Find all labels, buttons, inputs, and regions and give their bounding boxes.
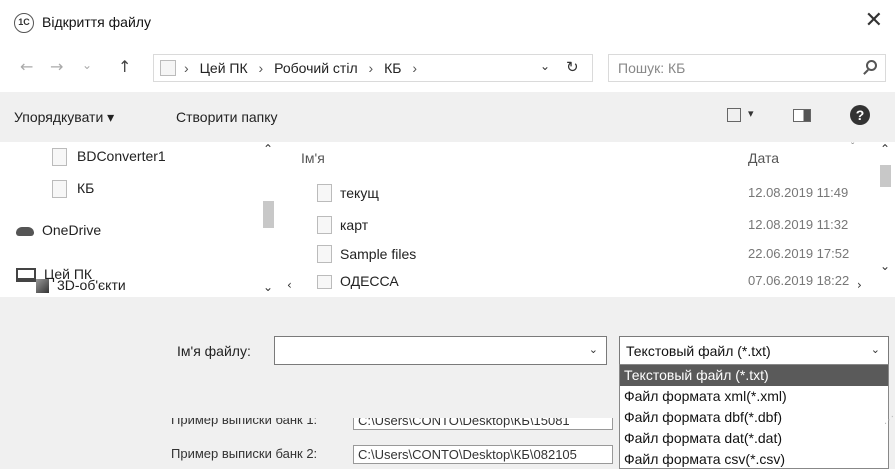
background-form: Пример выписки банк 1: C:\Users\CONTO\Des… (155, 416, 625, 469)
file-list: Ім'я Дата ˇ текущ 12.08.2019 11:49 карт … (285, 142, 895, 297)
filename-input[interactable]: ⌄ (274, 336, 607, 365)
address-bar[interactable]: › Цей ПК › Робочий стіл › КБ › ⌄ ↻ (153, 54, 593, 82)
list-item[interactable]: текущ 12.08.2019 11:49 (285, 182, 877, 204)
sidebar-item-label: 3D-об'єкти (57, 277, 126, 293)
scroll-thumb[interactable] (263, 201, 274, 228)
filename-label: Ім'я файлу: (177, 343, 251, 359)
file-type-option-xml[interactable]: Файл формата xml(*.xml) (620, 386, 888, 407)
navigation-pane: BDConverter1 КБ OneDrive Цей ПК ⌃ ⌄ (0, 142, 278, 297)
computer-icon (16, 268, 36, 283)
up-arrow-icon[interactable]: ↑ (118, 57, 131, 76)
chevron-down-icon[interactable]: ⌄ (871, 343, 880, 356)
file-type-option-dbf[interactable]: Файл формата dbf(*.dbf) (620, 407, 888, 428)
file-type-option-csv[interactable]: Файл формата csv(*.csv) (620, 449, 888, 469)
forward-arrow-icon[interactable]: → (50, 57, 63, 76)
breadcrumb: › Цей ПК › Робочий стіл › КБ › (184, 60, 424, 76)
window-title: Відкриття файлу (42, 14, 151, 30)
horizontal-scrollbar[interactable]: ‹ › (285, 278, 877, 296)
file-name: текущ (340, 185, 379, 201)
scroll-right-icon[interactable]: › (857, 278, 862, 292)
command-toolbar: Упорядкувати ▾ Створити папку ▾ ? (0, 92, 895, 142)
breadcrumb-separator: › (258, 60, 264, 76)
sidebar-item-label: BDConverter1 (77, 148, 166, 164)
file-type-option-txt[interactable]: Текстовый файл (*.txt) (620, 365, 888, 386)
background-form-row: Пример выписки банк 2: C:\Users\CONTO\Des… (155, 445, 613, 464)
sidebar-item-3d-objects[interactable]: 3D-об'єкти (36, 277, 126, 294)
folder-icon (317, 216, 332, 234)
sidebar-item-kb[interactable]: КБ (52, 180, 95, 199)
folder-icon (317, 245, 332, 263)
folder-icon (317, 184, 332, 202)
folder-icon (52, 148, 67, 167)
file-name: карт (340, 217, 369, 233)
back-arrow-icon[interactable]: ← (20, 57, 33, 76)
sidebar-item-onedrive[interactable]: OneDrive (16, 222, 101, 238)
file-type-dropdown-list: Текстовый файл (*.txt) Файл формата xml(… (619, 364, 889, 469)
file-type-selected: Текстовый файл (*.txt) (626, 343, 771, 359)
background-form-row: Пример выписки банк 1: C:\Users\CONTO\Des… (155, 418, 613, 434)
cloud-icon (16, 226, 34, 236)
file-name: Sample files (340, 246, 417, 262)
scroll-left-icon[interactable]: ‹ (287, 278, 292, 292)
resize-grip-icon[interactable]: ⋰ (884, 415, 894, 426)
new-folder-button[interactable]: Створити папку (176, 109, 278, 125)
app-1c-icon: 1С (14, 13, 34, 33)
background-form-label: Пример выписки банк 1: (171, 418, 318, 427)
breadcrumb-separator: › (184, 60, 189, 76)
scroll-up-icon[interactable]: ⌃ (880, 142, 890, 156)
organize-button[interactable]: Упорядкувати ▾ (14, 109, 114, 126)
refresh-icon[interactable]: ↻ (566, 58, 579, 76)
sort-indicator-icon: ˇ (851, 142, 855, 153)
address-dropdown-icon[interactable]: ⌄ (540, 59, 550, 73)
background-form-label: Пример выписки банк 2: (171, 445, 318, 461)
preview-pane-icon[interactable] (793, 109, 811, 122)
view-dropdown-icon[interactable]: ▾ (748, 107, 754, 120)
breadcrumb-this-pc[interactable]: Цей ПК (200, 60, 248, 76)
chevron-down-icon[interactable]: ⌄ (589, 343, 598, 356)
search-icon[interactable] (866, 60, 877, 71)
breadcrumb-desktop[interactable]: Робочий стіл (274, 60, 358, 76)
close-button[interactable]: ✕ (865, 8, 883, 33)
breadcrumb-separator: › (412, 60, 417, 76)
scroll-thumb[interactable] (880, 165, 891, 187)
folder-icon (160, 60, 176, 76)
file-list-scrollbar[interactable]: ⌃ ⌄ (877, 142, 895, 282)
recent-locations-chevron-icon[interactable]: ⌄ (82, 58, 92, 72)
file-date: 12.08.2019 11:49 (748, 185, 849, 200)
cube-icon (36, 279, 49, 294)
file-date: 22.06.2019 17:52 (748, 246, 850, 261)
background-form-field[interactable]: C:\Users\CONTO\Desktop\КБ\15081 (353, 418, 613, 430)
scroll-up-icon[interactable]: ⌃ (263, 142, 273, 156)
sidebar-item-label: КБ (77, 180, 95, 196)
scroll-down-icon[interactable]: ⌄ (880, 259, 890, 273)
column-header-date[interactable]: Дата (748, 150, 779, 166)
column-header-name[interactable]: Ім'я (301, 150, 325, 166)
breadcrumb-separator: › (368, 60, 374, 76)
navigation-bar: ← → ⌄ ↑ › Цей ПК › Робочий стіл › КБ › ⌄… (0, 46, 895, 90)
search-box[interactable]: Пошук: КБ (608, 54, 886, 82)
file-type-option-dat[interactable]: Файл формата dat(*.dat) (620, 428, 888, 449)
scroll-down-icon[interactable]: ⌄ (263, 280, 273, 294)
help-icon[interactable]: ? (850, 105, 870, 125)
file-type-select[interactable]: Текстовый файл (*.txt) ⌄ (619, 336, 889, 365)
breadcrumb-kb[interactable]: КБ (384, 60, 401, 76)
title-bar: 1С Відкриття файлу ✕ (0, 0, 895, 46)
list-item[interactable]: Sample files 22.06.2019 17:52 (285, 243, 877, 265)
folder-icon (52, 180, 67, 199)
search-placeholder: Пошук: КБ (618, 60, 686, 76)
sidebar-item-label: OneDrive (42, 222, 102, 238)
file-date: 12.08.2019 11:32 (748, 217, 849, 232)
background-form-field[interactable]: C:\Users\CONTO\Desktop\КБ\082105 (353, 445, 613, 464)
sidebar-item-bdconverter1[interactable]: BDConverter1 (52, 148, 166, 167)
list-item[interactable]: карт 12.08.2019 11:32 (285, 214, 877, 236)
sidebar-scrollbar[interactable]: ⌃ ⌄ (260, 142, 278, 297)
view-options-icon[interactable] (727, 108, 741, 122)
